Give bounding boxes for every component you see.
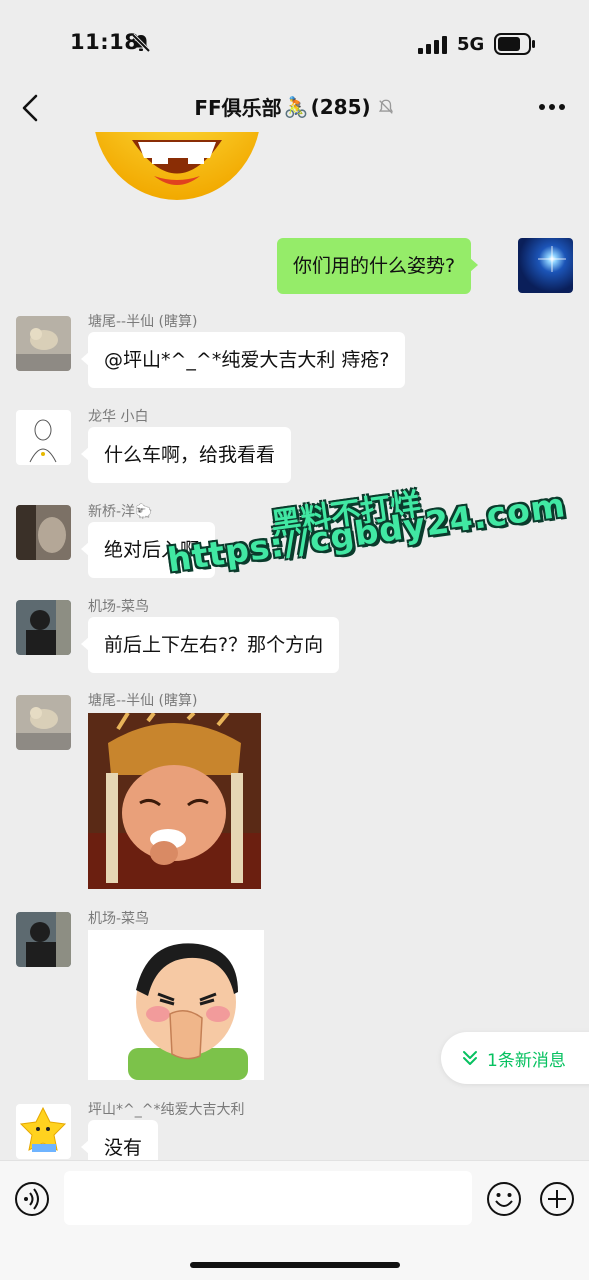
bell-off-icon [131, 33, 151, 53]
member-count: (285) [310, 94, 371, 119]
message-bubble[interactable]: @坪山*^_^*纯爱大吉大利 痔疮? [80, 332, 406, 388]
sender-name: 塘尾--半仙 (瞎算) [88, 314, 198, 330]
new-messages-label: 1条新消息 [487, 1050, 566, 1071]
sender-avatar[interactable] [16, 1104, 71, 1159]
more-dots-icon[interactable] [533, 92, 573, 122]
sender-avatar[interactable] [16, 912, 71, 967]
message-text: 你们用的什么姿势? [293, 255, 456, 277]
sender-name: 机场-菜鸟 [88, 599, 150, 615]
status-bar: 11:18 5G [0, 0, 589, 84]
my-avatar[interactable] [518, 238, 573, 293]
laughing-monk-sticker[interactable] [88, 713, 261, 889]
message-bubble-mine[interactable]: 你们用的什么姿势? [277, 238, 479, 294]
group-name: FF俱乐部 [194, 96, 282, 120]
sender-avatar[interactable] [16, 505, 71, 560]
message-bubble[interactable]: 绝对后入啊 [80, 522, 216, 578]
sender-name: 坪山*^_^*纯爱大吉大利 [88, 1102, 245, 1118]
signal-icon [418, 36, 447, 54]
sender-name: 机场-菜鸟 [88, 911, 150, 927]
sender-avatar[interactable] [16, 316, 71, 371]
message-bubble[interactable]: 什么车啊，给我看看 [80, 427, 292, 483]
double-chevron-down-icon [463, 1051, 477, 1065]
muted-bell-icon [378, 99, 393, 114]
status-time: 11:18 [70, 30, 140, 54]
message-text: @坪山*^_^*纯爱大吉大利 痔疮? [104, 349, 390, 371]
new-messages-button[interactable]: 1条新消息 [441, 1032, 589, 1084]
message-text: 前后上下左右?？那个方向 [104, 634, 324, 656]
sender-avatar[interactable] [16, 600, 71, 655]
network-label: 5G [457, 34, 485, 55]
nav-bar: FF俱乐部 🚴 (285) [0, 84, 589, 132]
sender-name: 塘尾--半仙 (瞎算) [88, 693, 198, 709]
bicycle-emoji: 🚴 [283, 94, 309, 119]
battery-icon [494, 33, 535, 55]
message-text: 绝对后入啊 [104, 539, 200, 561]
sender-avatar[interactable] [16, 410, 71, 465]
chat-area[interactable]: 你们用的什么姿势? 塘尾--半仙 (瞎算) @坪山*^_^*纯爱大吉大利 痔疮?… [0, 132, 589, 1160]
sender-avatar[interactable] [16, 695, 71, 750]
grinning-emoji-sticker[interactable] [92, 132, 262, 202]
sender-name: 龙华 小白 [88, 409, 149, 425]
emoji-icon[interactable] [486, 1181, 522, 1217]
message-bubble[interactable]: 没有 [80, 1120, 159, 1160]
message-text: 什么车啊，给我看看 [104, 444, 276, 466]
message-bubble[interactable]: 前后上下左右?？那个方向 [80, 617, 340, 673]
plus-icon[interactable] [539, 1181, 575, 1217]
home-indicator[interactable] [190, 1262, 400, 1268]
message-input[interactable] [64, 1171, 472, 1225]
covering-nose-sticker[interactable] [88, 930, 264, 1080]
message-text: 没有 [104, 1137, 143, 1159]
sender-name: 新桥-洋🐑 [88, 504, 153, 520]
voice-icon[interactable] [14, 1181, 50, 1217]
chat-title[interactable]: FF俱乐部 🚴 (285) [0, 92, 589, 121]
